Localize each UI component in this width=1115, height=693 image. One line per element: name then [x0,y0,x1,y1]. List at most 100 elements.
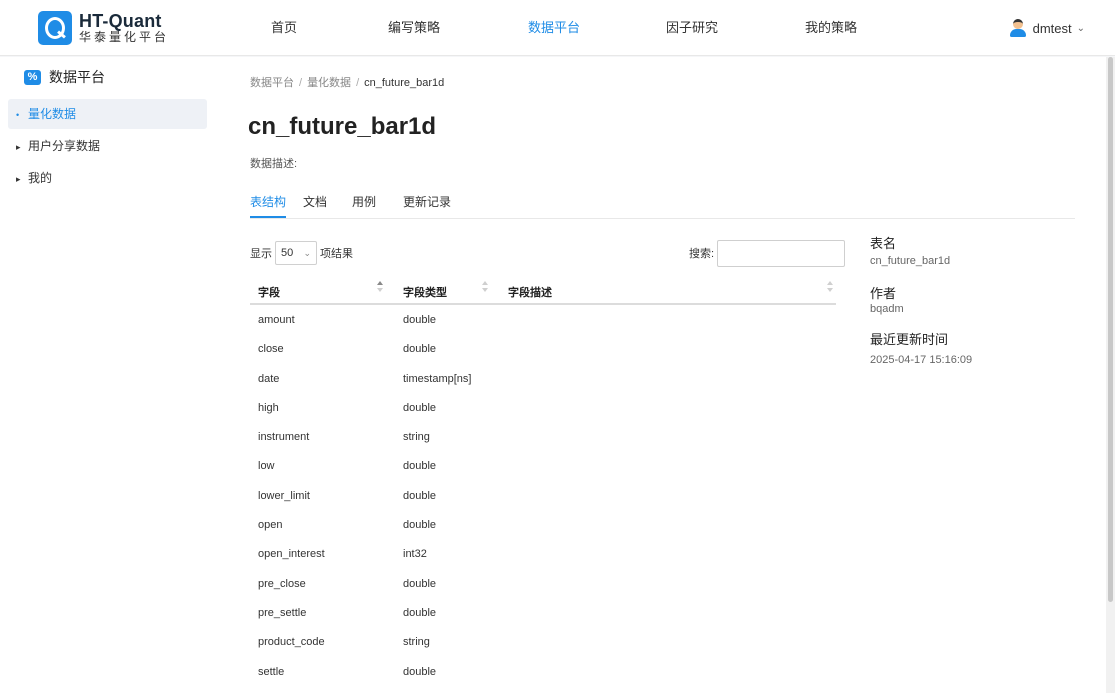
user-avatar-icon [1009,19,1027,37]
search-control: 搜索: [689,239,846,267]
nav-item-my-strategy[interactable]: 我的策略 [805,0,857,56]
cell-field: pre_close [258,577,306,590]
sort-icon[interactable] [482,281,488,295]
table-name-label: 表名 [870,236,897,251]
cell-field: amount [258,314,295,326]
cell-type: timestamp[ns] [403,372,472,385]
sidebar-title: 数据平台 [49,69,105,85]
tab-docs[interactable]: 文档 [303,193,327,218]
table-row: open double [250,510,836,539]
sidebar-header: % 数据平台 [24,67,105,87]
nav-item-data-platform[interactable]: 数据平台 [528,0,580,56]
table-name-value: cn_future_bar1d [870,255,951,267]
caret-right-icon: ▸ [16,174,21,184]
cell-type: string [403,636,430,649]
page-size-control: 显示 50 ⌄ 项结果 [250,240,353,266]
scrollbar-thumb[interactable] [1108,57,1113,602]
sidebar-item-quant-data[interactable]: • 量化数据 [8,99,207,129]
breadcrumb-current: cn_future_bar1d [364,77,445,89]
sidebar-item-shared-data[interactable]: ▸ 用户分享数据 [8,131,207,161]
column-header-field[interactable]: 字段 [258,284,280,300]
cell-type: double [403,519,437,532]
cell-type: double [403,460,437,473]
table-row: low double [250,451,836,480]
chevron-down-icon: ⌄ [1076,22,1085,34]
page-scrollbar[interactable] [1106,57,1115,693]
sort-icon[interactable] [827,281,833,295]
cell-type: double [403,314,437,326]
table-row: high double [250,393,836,422]
sidebar-item-label: 量化数据 [28,107,77,121]
nav-item-home[interactable]: 首页 [271,0,297,56]
cell-type: double [403,343,437,356]
author-value: bqadm [870,303,904,315]
tab-examples[interactable]: 用例 [352,193,376,218]
table-row: instrument string [250,422,836,451]
bullet-icon: • [16,110,20,120]
chevron-down-icon: ⌄ [303,247,311,258]
cell-field: open_interest [258,548,325,561]
table-row: pre_settle double [250,598,836,627]
top-header: HT-Quant 华泰量化平台 首页 编写策略 数据平台 因子研究 我的策略 d… [0,0,1115,56]
username: dmtest [1032,20,1072,36]
page-size-select[interactable]: 50 ⌄ [275,241,317,265]
table-meta: 表名 cn_future_bar1d 作者 bqadm 最近更新时间 2025-… [870,233,1070,366]
breadcrumb-quant-data[interactable]: 量化数据 [307,77,351,89]
sidebar: % 数据平台 • 量化数据 ▸ 用户分享数据 ▸ 我的 [0,57,213,693]
nav-item-write-strategy[interactable]: 编写策略 [388,0,440,56]
cell-type: double [403,401,437,414]
sidebar-item-label: 我的 [28,171,53,185]
table-row: lower_limit double [250,481,836,510]
user-menu[interactable]: dmtest ⌄ [1009,0,1085,56]
cell-type: string [403,431,430,444]
q-logo-icon [38,11,72,45]
cell-type: double [403,606,437,619]
breadcrumb: 数据平台 / 量化数据 / cn_future_bar1d [250,77,445,89]
page-size-value: 50 [281,247,294,259]
updated-value: 2025-04-17 15:16:09 [870,354,973,366]
table-row: date timestamp[ns] [250,364,836,393]
table-body: amount double close double date timestamp[ns]… [250,305,836,686]
cell-field: instrument [258,431,310,444]
cell-field: date [258,372,280,385]
sidebar-item-label: 用户分享数据 [28,139,101,153]
tabs: 表结构 文档 用例 更新记录 [250,193,1075,219]
logo[interactable]: HT-Quant 华泰量化平台 [38,11,169,45]
show-suffix: 项结果 [320,248,353,260]
logo-title: HT-Quant [79,11,162,31]
description-label: 数据描述: [250,158,298,170]
nav-item-factor-research[interactable]: 因子研究 [666,0,718,56]
page-title: cn_future_bar1d [248,113,437,140]
author-label: 作者 [870,286,897,301]
schema-table: 字段 字段类型 字段描述 amount double close double date… [250,277,836,686]
cell-field: high [258,401,279,414]
updated-label: 最近更新时间 [870,332,949,347]
breadcrumb-data-platform[interactable]: 数据平台 [250,77,294,89]
cell-field: pre_settle [258,606,307,619]
main-content: 数据平台 / 量化数据 / cn_future_bar1d cn_future_bar1… [213,57,1106,693]
cell-field: close [258,343,284,356]
cell-type: double [403,489,437,502]
caret-right-icon: ▸ [16,142,21,152]
cell-type: double [403,665,437,678]
search-label: 搜索: [689,248,715,260]
cell-type: int32 [403,548,427,561]
search-input[interactable] [717,239,846,267]
cell-field: open [258,519,283,532]
tab-changelog[interactable]: 更新记录 [403,193,451,218]
table-row: amount double [250,305,836,334]
table-row: pre_close double [250,569,836,598]
table-row: close double [250,334,836,363]
column-header-type[interactable]: 字段类型 [403,284,447,300]
cell-field: settle [258,665,285,678]
sort-icon[interactable] [377,281,383,295]
column-header-description[interactable]: 字段描述 [508,284,552,300]
cell-field: lower_limit [258,489,310,502]
cell-field: low [258,460,275,473]
cell-type: double [403,577,437,590]
sidebar-item-mine[interactable]: ▸ 我的 [8,163,207,193]
table-header: 字段 字段类型 字段描述 [250,277,836,305]
tab-schema[interactable]: 表结构 [250,193,287,218]
table-row: open_interest int32 [250,539,836,568]
logo-subtitle: 华泰量化平台 [79,30,170,44]
